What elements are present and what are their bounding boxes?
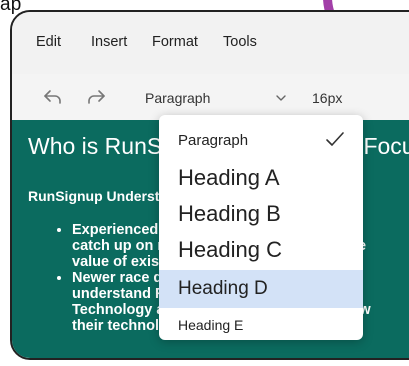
editor-card: Edit Insert Format Tools Paragraph 16px [10,10,409,360]
editor-toolbar: Paragraph 16px [12,74,409,120]
redo-icon[interactable] [85,86,107,108]
menu-format[interactable]: Format [152,34,198,50]
dropdown-option-heading-d[interactable]: Heading D [159,270,363,308]
menu-edit[interactable]: Edit [36,34,61,50]
dropdown-option-heading-a[interactable]: Heading A [159,161,363,196]
checkmark-icon [326,132,344,146]
dropdown-option-heading-c[interactable]: Heading C [159,233,363,268]
block-style-select[interactable]: Paragraph [145,84,295,112]
block-style-value: Paragraph [145,90,211,106]
screenshot-stage: ap Edit Insert Format Tools Paragraph 16… [0,0,409,366]
font-size-select[interactable]: 16px [312,90,342,106]
menu-bar: Edit Insert Format Tools [12,12,409,74]
dropdown-option-paragraph[interactable]: Paragraph [159,119,363,161]
undo-icon[interactable] [42,86,64,108]
menu-insert[interactable]: Insert [91,34,127,50]
menu-tools[interactable]: Tools [223,34,257,50]
chevron-down-icon [276,95,286,101]
dropdown-option-heading-e[interactable]: Heading E [159,310,363,340]
block-style-dropdown: Paragraph Heading A Heading B Heading C … [159,115,363,340]
dropdown-option-heading-b[interactable]: Heading B [159,197,363,232]
